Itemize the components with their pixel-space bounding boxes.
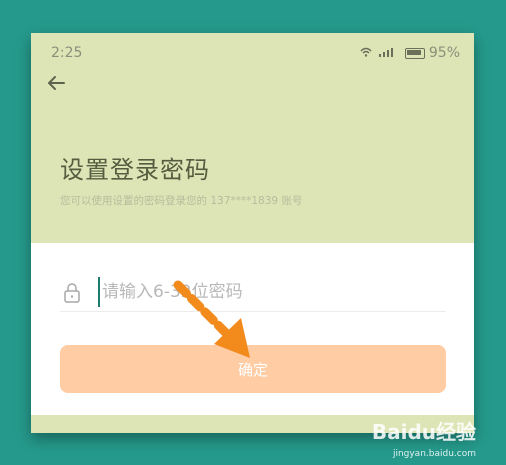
page-title: 设置登录密码 xyxy=(60,156,210,184)
battery-icon xyxy=(404,47,425,59)
status-right: 95% xyxy=(359,45,460,61)
signal-icon xyxy=(359,46,401,61)
watermark-url: jingyan.baidu.com xyxy=(392,449,476,459)
confirm-button[interactable]: 确定 xyxy=(60,345,446,393)
password-field-row xyxy=(60,273,446,312)
back-button[interactable] xyxy=(43,73,69,99)
page-subtitle: 您可以使用设置的密码登录您的 137****1839 账号 xyxy=(60,195,303,207)
password-input[interactable] xyxy=(98,277,444,307)
battery-level: 95% xyxy=(428,45,460,61)
phone-screen: 2:25 95% 设置登录密码 您可以使用设置的密码登录您的 137****18… xyxy=(31,33,474,433)
form-panel: 确定 xyxy=(31,243,474,415)
arrow-left-icon xyxy=(48,76,65,90)
watermark-logo: Baidu经验 xyxy=(371,420,476,444)
lock-icon xyxy=(63,283,81,303)
status-bar: 2:25 95% xyxy=(31,33,474,73)
status-time: 2:25 xyxy=(51,45,83,61)
